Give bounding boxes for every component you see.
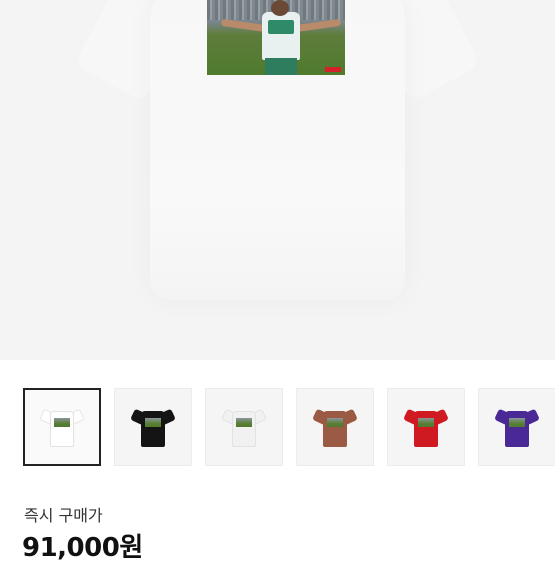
thumbnail-white-grey[interactable] bbox=[205, 388, 283, 466]
thumbnail-white[interactable] bbox=[23, 388, 101, 466]
photo-player-head bbox=[271, 0, 289, 16]
thumbnail-shirt-icon bbox=[130, 407, 176, 447]
thumbnail-shirt-icon bbox=[494, 407, 540, 447]
thumbnail-red[interactable] bbox=[387, 388, 465, 466]
instant-purchase-label: 즉시 구매가 bbox=[24, 506, 103, 525]
thumbnail-shirt-icon bbox=[403, 407, 449, 447]
photo-right-arm bbox=[294, 18, 342, 33]
tshirt-photo-print bbox=[207, 0, 345, 75]
thumbnail-black[interactable] bbox=[114, 388, 192, 466]
brand-box-logo bbox=[325, 67, 341, 72]
photo-player-shorts bbox=[265, 58, 297, 75]
thumbnail-shirt-icon bbox=[221, 407, 267, 447]
thumbnail-shirt-icon bbox=[39, 407, 85, 447]
thumbnail-brown[interactable] bbox=[296, 388, 374, 466]
thumbnail-purple[interactable] bbox=[478, 388, 555, 466]
product-main-image[interactable] bbox=[0, 0, 555, 360]
price: 91,000원 bbox=[22, 533, 143, 563]
photo-left-arm bbox=[220, 18, 268, 33]
thumbnail-shirt-icon bbox=[312, 407, 358, 447]
photo-player-jersey bbox=[262, 12, 300, 60]
thumbnail-strip bbox=[0, 388, 555, 470]
